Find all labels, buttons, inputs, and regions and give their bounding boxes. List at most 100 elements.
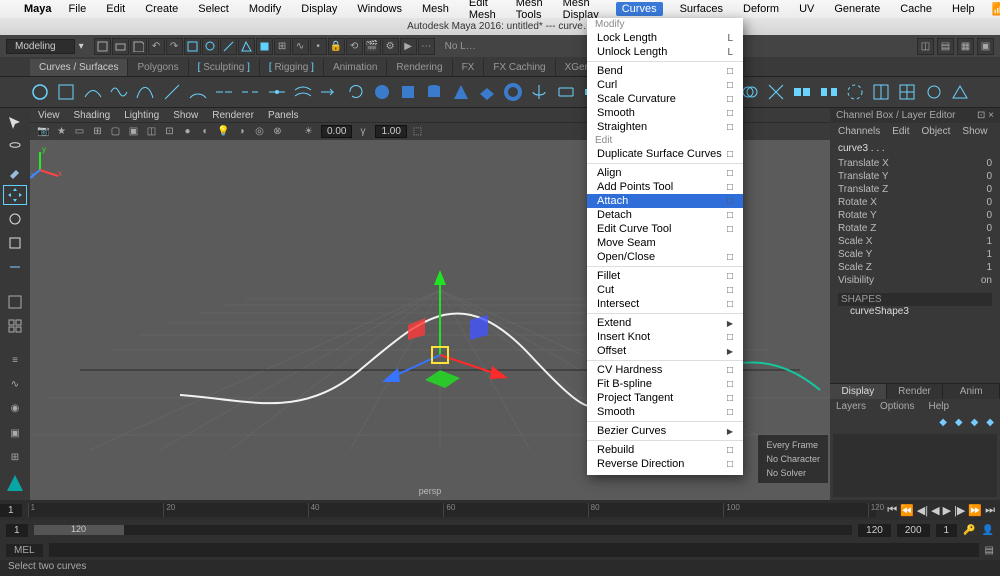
vt-shaded-icon[interactable]: ● [180,124,195,139]
panel-close-icon[interactable]: ⊡ × [977,110,994,121]
rotate-tool-icon[interactable] [4,210,26,228]
menu-curves[interactable]: Curves [616,2,663,16]
attr-value[interactable]: 1 [986,236,992,247]
scale-tool-icon[interactable] [4,234,26,252]
select-face-icon[interactable] [238,38,255,55]
insert-knot-icon[interactable] [267,81,287,103]
menu-generate[interactable]: Generate [831,2,883,16]
cb-tab-show[interactable]: Show [962,126,987,137]
wifi-icon[interactable]: 📶 [992,2,1000,16]
attr-value[interactable]: 0 [986,158,992,169]
menu-move-seam[interactable]: Move Seam [587,236,743,250]
menu-edit[interactable]: Edit [103,2,128,16]
layer-up-icon[interactable]: ◆ [955,417,963,428]
current-frame-start[interactable]: 1 [0,504,22,517]
rebuild-surf-icon[interactable] [897,81,917,103]
vt-grid-icon[interactable]: ⊞ [90,124,105,139]
view-menu-lighting[interactable]: Lighting [124,110,159,121]
arc-icon[interactable] [188,81,208,103]
workspace-selector[interactable]: Modeling [6,39,75,54]
playback-mode[interactable]: Every Frame [766,438,820,452]
layer-down-icon[interactable]: ◆ [971,417,979,428]
menu-windows[interactable]: Windows [354,2,405,16]
vt-exposure-icon[interactable]: ☀ [301,124,316,139]
loft-icon[interactable] [556,81,576,103]
vt-film-gate-icon[interactable]: ▢ [108,124,123,139]
vt-gate-mask-icon[interactable]: ◫ [144,124,159,139]
lasso-tool-icon[interactable] [4,138,26,156]
shelf-tab-polygons[interactable]: Polygons [128,59,188,76]
script-lang-label[interactable]: MEL [6,544,43,557]
shelf-tab-rendering[interactable]: Rendering [387,59,452,76]
paint-select-icon[interactable] [4,162,26,180]
vt-textured-icon[interactable]: ◐ [198,124,213,139]
anim-end[interactable]: 200 [897,524,930,537]
offset-curve-icon[interactable] [293,81,313,103]
exposure-value[interactable]: 0.00 [321,125,352,138]
render-icon[interactable]: 🎬 [364,38,381,55]
pencil-curve-icon[interactable] [161,81,181,103]
surface-edit-icon[interactable] [950,81,970,103]
vt-bookmark-icon[interactable]: ★ [54,124,69,139]
menu-mesh[interactable]: Mesh [419,2,452,16]
vt-lights-icon[interactable]: 💡 [216,124,231,139]
snap-grid-icon[interactable]: ⊞ [274,38,291,55]
menu-surfaces[interactable]: Surfaces [677,2,726,16]
time-slider-track[interactable]: 1 20 40 60 80 100 120 [28,503,877,517]
vt-viewport2-icon[interactable]: ⬚ [410,124,425,139]
detach-curve-icon[interactable] [240,81,260,103]
menu-meshtools[interactable]: Mesh Tools [513,0,546,22]
autokey-icon[interactable]: 🔑 [963,525,975,536]
menu-detach[interactable]: Detach [587,208,743,222]
play-back-icon[interactable]: ◀ [931,504,939,517]
le-menu-help[interactable]: Help [928,401,949,412]
view-menu-view[interactable]: View [38,110,60,121]
nurbs-cone-icon[interactable] [451,81,471,103]
nurbs-circle-icon[interactable] [30,81,50,103]
selected-node-name[interactable]: curve3 . . . [838,143,992,154]
view-menu-renderer[interactable]: Renderer [212,110,254,121]
menu-deform[interactable]: Deform [740,2,782,16]
menu-modify[interactable]: Modify [246,2,284,16]
menu-scale-curvature[interactable]: Scale Curvature [587,92,743,106]
trim-icon[interactable] [766,81,786,103]
ik-solver[interactable]: No Solver [766,466,820,480]
menu-attach[interactable]: Attach [587,194,743,208]
step-back-icon[interactable]: ⏪ [900,504,914,517]
select-tool-icon[interactable] [4,114,26,132]
menu-reverse-direction[interactable]: Reverse Direction [587,457,743,471]
undo-icon[interactable]: ↶ [148,38,165,55]
cv-curve-icon[interactable] [109,81,129,103]
attr-value[interactable]: 1 [986,262,992,273]
open-scene-icon[interactable] [112,38,129,55]
shelf-tab-fx[interactable]: FX [453,59,485,76]
range-start[interactable]: 1 [6,524,28,537]
menu-bend[interactable]: Bend [587,64,743,78]
snap-point-icon[interactable]: • [310,38,327,55]
cb-tab-object[interactable]: Object [922,126,951,137]
view-menu-shading[interactable]: Shading [74,110,111,121]
bezier-curve-icon[interactable] [135,81,155,103]
history-icon[interactable]: ⟲ [346,38,363,55]
range-slider[interactable]: 120 [34,525,853,535]
revolve-icon[interactable] [529,81,549,103]
save-scene-icon[interactable] [130,38,147,55]
menu-project-tangent[interactable]: Project Tangent [587,391,743,405]
menu-bezier-curves[interactable]: Bezier Curves [587,424,743,438]
last-tool-icon[interactable] [4,258,26,276]
menu-intersect[interactable]: Intersect [587,297,743,311]
snap-curve-icon[interactable]: ∿ [292,38,309,55]
cb-tab-edit[interactable]: Edit [892,126,909,137]
menu-curl[interactable]: Curl [587,78,743,92]
move-tool-icon[interactable] [4,186,26,204]
select-uv-icon[interactable] [256,38,273,55]
cb-tab-channels[interactable]: Channels [838,126,880,137]
vt-gamma-icon[interactable]: γ [355,124,370,139]
graph-editor-icon[interactable]: ∿ [4,376,26,394]
vt-res-gate-icon[interactable]: ▣ [126,124,141,139]
shelf-tab-rigging[interactable]: Rigging [260,59,324,76]
prefs-icon[interactable]: 👤 [982,525,994,536]
le-tab-display[interactable]: Display [830,384,887,399]
attr-value[interactable]: 0 [986,171,992,182]
step-fwd-icon[interactable]: ⏩ [968,504,982,517]
